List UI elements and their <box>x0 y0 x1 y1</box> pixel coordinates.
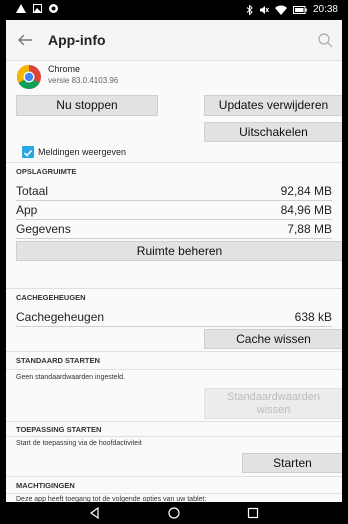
status-time: 20:38 <box>312 4 338 15</box>
checkmark-icon <box>23 149 33 157</box>
app-bar: App-info <box>6 20 342 61</box>
bluetooth-icon <box>246 4 253 15</box>
cache-value: 638 kB <box>294 310 332 324</box>
search-icon[interactable] <box>314 29 336 51</box>
chrome-logo-icon <box>16 65 41 90</box>
clear-defaults-label-line2: wissen <box>256 404 291 416</box>
notifications-checkbox[interactable] <box>22 146 34 158</box>
warning-icon <box>16 4 26 13</box>
cache-row: Cachegeheugen 638 kB <box>16 310 332 327</box>
image-notification-icon <box>33 4 42 13</box>
storage-row-app: App 84,96 MB <box>16 203 332 220</box>
wifi-icon <box>274 5 287 15</box>
default-launch-text: Geen standaardwaarden ingesteld. <box>16 374 125 381</box>
divider <box>6 351 342 352</box>
storage-value: 92,84 MB <box>280 184 332 198</box>
cache-label: Cachegeheugen <box>16 310 105 324</box>
clear-defaults-button: Standaardwaarden wissen <box>204 388 342 419</box>
navigation-bar <box>6 502 342 524</box>
mute-icon <box>259 5 269 14</box>
storage-section-header: OPSLAGRUIMTE <box>16 167 77 176</box>
default-launch-section-header: STANDAARD STARTEN <box>16 356 100 365</box>
app-launch-section-header: TOEPASSING STARTEN <box>16 425 102 434</box>
notifications-label: Meldingen weergeven <box>38 147 127 157</box>
page-title: App-info <box>48 32 106 48</box>
status-bar: 20:38 <box>6 0 342 20</box>
chrome-notification-icon <box>49 4 58 13</box>
permissions-section-header: MACHTIGINGEN <box>16 481 75 490</box>
cache-section-header: CACHEGEHEUGEN <box>16 293 86 302</box>
divider <box>6 493 342 494</box>
divider <box>6 421 342 422</box>
back-arrow-icon[interactable] <box>14 29 36 51</box>
clear-defaults-label-line1: Standaardwaarden <box>227 391 320 403</box>
storage-row-data: Gegevens 7,88 MB <box>16 222 332 239</box>
app-version: versie 83.0.4103.96 <box>48 76 119 85</box>
storage-label: Totaal <box>16 184 49 198</box>
nav-back-icon[interactable] <box>88 506 102 520</box>
divider <box>6 288 342 289</box>
disable-button[interactable]: Uitschakelen <box>204 122 342 142</box>
battery-icon <box>292 5 307 14</box>
manage-space-button[interactable]: Ruimte beheren <box>16 241 342 261</box>
clear-cache-button[interactable]: Cache wissen <box>204 329 342 349</box>
storage-row-total: Totaal 92,84 MB <box>16 184 332 201</box>
force-stop-button[interactable]: Nu stoppen <box>16 95 158 116</box>
uninstall-updates-button[interactable]: Updates verwijderen <box>204 95 342 116</box>
app-name: Chrome <box>48 64 81 74</box>
storage-label: Gegevens <box>16 222 71 236</box>
divider <box>6 436 342 437</box>
storage-label: App <box>16 203 38 217</box>
storage-value: 7,88 MB <box>287 222 332 236</box>
divider <box>6 369 342 370</box>
divider <box>6 476 342 477</box>
launch-button[interactable]: Starten <box>242 453 342 473</box>
divider <box>6 162 342 163</box>
app-info-screen: 20:38 App-info Chrome versie 83.0.4103.9… <box>6 0 342 524</box>
nav-recents-icon[interactable] <box>246 506 260 520</box>
nav-home-icon[interactable] <box>167 506 181 520</box>
storage-value: 84,96 MB <box>280 203 332 217</box>
app-launch-text: Start de toepassing via de hoofdactivite… <box>16 440 142 447</box>
